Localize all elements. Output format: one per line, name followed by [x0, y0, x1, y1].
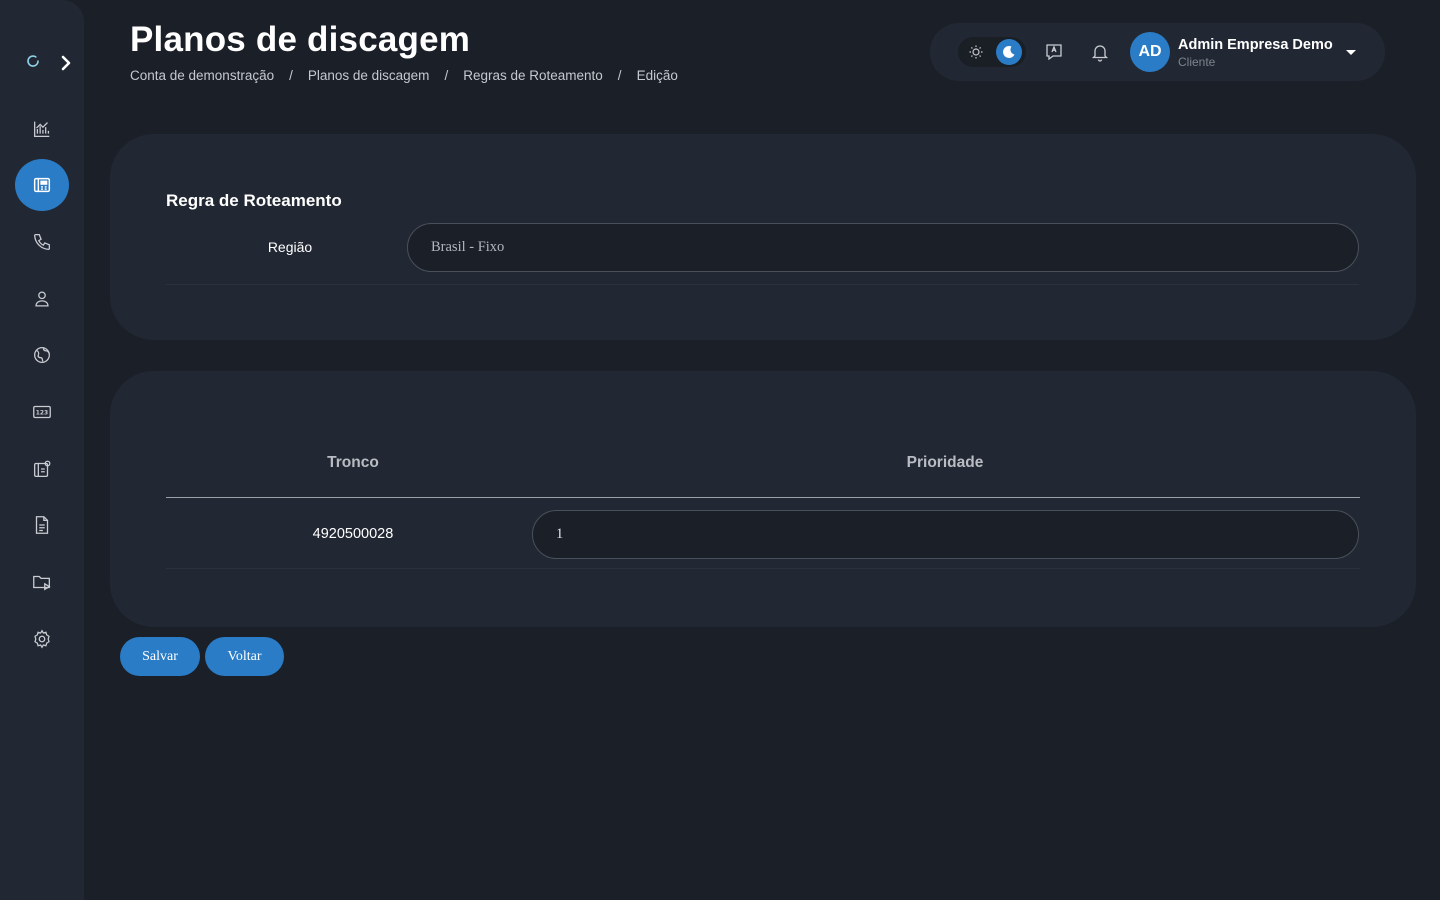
sidebar-item-dashboard[interactable] — [15, 103, 69, 155]
breadcrumb-separator: / — [617, 68, 622, 83]
globe-icon — [34, 347, 50, 363]
chat-help-icon — [1046, 44, 1062, 61]
breadcrumb-item-current: Edição — [636, 68, 678, 83]
sun-icon — [969, 45, 983, 59]
sidebar-item-ivr[interactable] — [15, 443, 69, 495]
priority-input[interactable] — [532, 510, 1359, 559]
sidebar-header — [20, 48, 80, 78]
user-icon — [35, 291, 49, 307]
notifications-button[interactable] — [1088, 40, 1112, 64]
breadcrumb: Conta de demonstração / Planos de discag… — [130, 68, 678, 83]
column-header-tronco: Tronco — [327, 454, 379, 471]
sidebar-item-calls[interactable] — [15, 216, 69, 268]
breadcrumb-item[interactable]: Regras de Roteamento — [463, 68, 603, 83]
trunk-number: 4920500028 — [312, 526, 394, 542]
dark-mode-button[interactable] — [996, 39, 1022, 65]
sidebar: 123 — [0, 0, 84, 900]
svg-text:123: 123 — [36, 409, 48, 416]
moon-icon — [1003, 45, 1015, 58]
media-folder-icon — [33, 575, 51, 591]
sidebar-item-numbers[interactable]: 123 — [15, 386, 69, 438]
phone-icon — [34, 234, 50, 250]
breadcrumb-item[interactable]: Planos de discagem — [308, 68, 430, 83]
numbers-icon: 123 — [33, 405, 51, 419]
chevron-right-icon[interactable] — [58, 54, 74, 72]
document-icon — [35, 516, 49, 534]
region-input[interactable] — [407, 223, 1359, 272]
dialplan-icon — [33, 177, 51, 193]
theme-toggle[interactable] — [958, 37, 1026, 67]
avatar[interactable]: AD — [1130, 32, 1170, 72]
bell-icon — [1091, 45, 1109, 62]
light-mode-button[interactable] — [964, 40, 988, 64]
routing-rule-card: Regra de Roteamento Região — [110, 134, 1416, 340]
breadcrumb-separator: / — [289, 68, 293, 83]
breadcrumb-item[interactable]: Conta de demonstração — [130, 68, 274, 83]
sidebar-item-reports[interactable] — [15, 499, 69, 551]
section-title: Regra de Roteamento — [166, 191, 342, 210]
table-header-divider — [166, 497, 1360, 498]
chart-icon — [34, 121, 50, 137]
column-header-prioridade: Prioridade — [906, 454, 984, 471]
back-button[interactable]: Voltar — [205, 637, 284, 676]
sidebar-item-settings[interactable] — [15, 613, 69, 665]
loading-logo-icon — [27, 55, 39, 67]
user-role: Cliente — [1178, 55, 1216, 69]
user-toolbar: AD Admin Empresa Demo Cliente — [930, 23, 1385, 81]
sidebar-item-media[interactable] — [15, 556, 69, 608]
gear-icon — [34, 629, 50, 649]
sidebar-item-dialplans[interactable] — [15, 159, 69, 211]
ivr-icon — [34, 460, 51, 477]
trunk-table-card: Tronco Prioridade 4920500028 — [110, 371, 1416, 627]
page-title: Planos de discagem — [130, 20, 471, 59]
save-button[interactable]: Salvar — [120, 637, 200, 676]
caret-down-icon[interactable] — [1344, 47, 1358, 57]
divider — [166, 284, 1359, 285]
row-divider — [166, 568, 1360, 569]
support-chat-button[interactable] — [1042, 40, 1066, 64]
region-label: Região — [267, 239, 313, 255]
sidebar-item-users[interactable] — [15, 273, 69, 325]
breadcrumb-separator: / — [444, 68, 449, 83]
sidebar-item-routes[interactable] — [15, 329, 69, 381]
user-name[interactable]: Admin Empresa Demo — [1178, 37, 1333, 53]
